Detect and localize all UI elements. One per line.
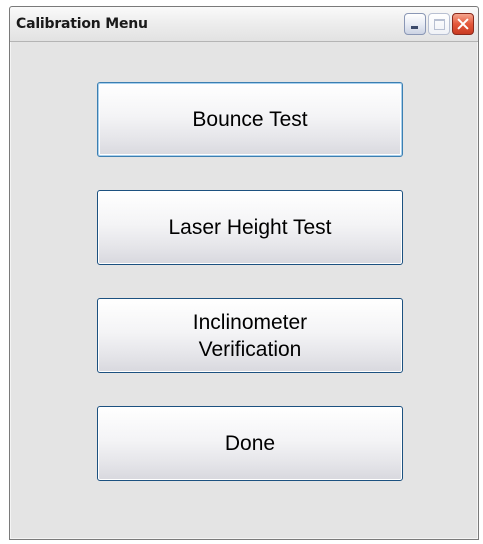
done-label: Done [224,432,276,455]
close-icon[interactable] [452,13,474,35]
done-button[interactable]: Done [97,406,403,481]
minimize-icon[interactable] [404,13,426,35]
window-title: Calibration Menu [16,16,148,32]
bounce-test-button[interactable]: Bounce Test [97,82,403,157]
bounce-test-label: Bounce Test [192,108,308,131]
inclinometer-verification-label: Inclinometer Verification [193,309,307,363]
calibration-menu-window: Calibration Menu Bounce Test Laser Heigh… [9,6,479,540]
laser-height-test-button[interactable]: Laser Height Test [97,190,403,265]
inclinometer-verification-line1: Inclinometer [192,310,308,334]
title-bar[interactable]: Calibration Menu [10,7,478,42]
inclinometer-verification-button[interactable]: Inclinometer Verification [97,298,403,373]
laser-height-test-label: Laser Height Test [168,216,332,239]
window-controls [404,13,474,35]
maximize-icon[interactable] [428,13,450,35]
inclinometer-verification-line2: Verification [198,337,302,361]
